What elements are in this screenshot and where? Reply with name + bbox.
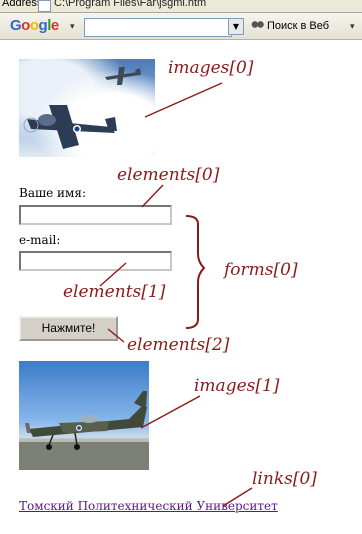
- address-label: Address: [2, 0, 43, 9]
- chevron-down-icon[interactable]: ▾: [70, 22, 75, 32]
- search-dropdown-button[interactable]: ▼: [228, 18, 244, 35]
- page-icon: [38, 0, 51, 12]
- tpu-link[interactable]: Томский Политехнический Университет: [19, 499, 278, 513]
- images1-pointer: [140, 395, 201, 429]
- address-input[interactable]: C:\Program Files\Far\jsgml.htm: [54, 0, 206, 9]
- elements1-annotation: elements[1]: [63, 282, 166, 302]
- images1-annotation: images[1]: [194, 376, 280, 396]
- search-web-button[interactable]: Поиск в Веб: [250, 19, 329, 32]
- forms-bracket: [185, 215, 206, 329]
- chevron-down-icon[interactable]: ▾: [350, 22, 355, 32]
- google-logo[interactable]: Google: [10, 17, 59, 34]
- elements0-annotation: elements[0]: [117, 165, 220, 185]
- address-bar: Address C:\Program Files\Far\jsgml.htm: [0, 0, 362, 13]
- name-input[interactable]: [19, 205, 172, 225]
- google-search-input[interactable]: [84, 18, 232, 37]
- spitfire-image: [19, 361, 149, 470]
- email-label: e-mail:: [19, 233, 61, 247]
- name-label: Ваше имя:: [19, 186, 86, 200]
- fighter-planes-illustration: [23, 67, 141, 149]
- google-logo-letter: o: [29, 17, 39, 34]
- forms0-annotation: forms[0]: [224, 260, 298, 280]
- google-logo-letter: g: [38, 17, 48, 34]
- google-logo-letter: G: [10, 17, 22, 34]
- submit-button[interactable]: Нажмите!: [19, 316, 118, 341]
- page-content: Ваше имя: e-mail: Нажмите! Томский Полит…: [0, 40, 362, 534]
- google-logo-letter: e: [50, 17, 59, 34]
- google-logo-letter: o: [21, 17, 30, 34]
- google-toolbar: Google ▾ ▼ Поиск в Веб ▾: [0, 13, 362, 40]
- search-web-label: Поиск в Веб: [267, 20, 330, 32]
- images0-annotation: images[0]: [168, 58, 254, 78]
- fighter-planes-image: [19, 59, 155, 157]
- email-input[interactable]: [19, 251, 172, 271]
- spitfire-illustration: [19, 391, 149, 470]
- elements0-pointer: [141, 184, 164, 208]
- images0-pointer: [144, 82, 223, 118]
- links0-annotation: links[0]: [252, 469, 317, 489]
- binoculars-icon: [250, 19, 264, 30]
- elements2-annotation: elements[2]: [127, 335, 230, 355]
